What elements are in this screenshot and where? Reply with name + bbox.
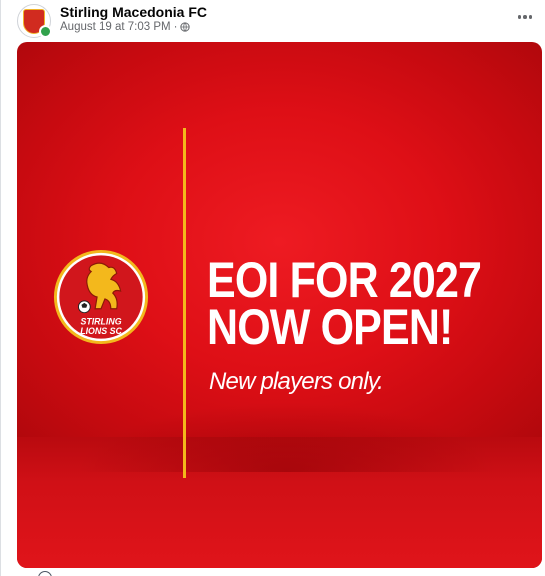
logo-text-line2: LIONS SC <box>80 326 122 336</box>
page-avatar[interactable] <box>17 4 52 38</box>
image-floor-shadow <box>77 402 497 472</box>
logo-text-line1: STIRLING <box>80 316 121 326</box>
more-options-icon <box>517 15 522 19</box>
headline: EOI FOR 2027 NOW OPEN! <box>207 252 491 355</box>
post-header: Stirling Macedonia FC August 19 at 7:03 … <box>1 0 545 42</box>
post-image[interactable]: STIRLING LIONS SC EOI FOR 2027 NOW OPEN!… <box>17 42 542 568</box>
stirling-lions-logo: STIRLING LIONS SC <box>53 249 149 345</box>
facebook-post-card: Stirling Macedonia FC August 19 at 7:03 … <box>0 0 545 576</box>
page-name-link[interactable]: Stirling Macedonia FC <box>60 4 207 20</box>
subline: New players only. <box>209 368 384 395</box>
post-footer <box>1 568 545 576</box>
headline-line2: NOW OPEN! <box>207 299 453 355</box>
post-timestamp[interactable]: August 19 at 7:03 PM <box>60 21 171 33</box>
vertical-divider <box>183 128 186 478</box>
more-options-button[interactable] <box>514 8 536 26</box>
post-meta: August 19 at 7:03 PM · <box>60 21 191 33</box>
headline-line1: EOI FOR 2027 <box>207 252 482 308</box>
meta-separator: · <box>173 21 178 33</box>
globe-icon <box>180 22 191 32</box>
online-status-dot <box>39 25 52 38</box>
